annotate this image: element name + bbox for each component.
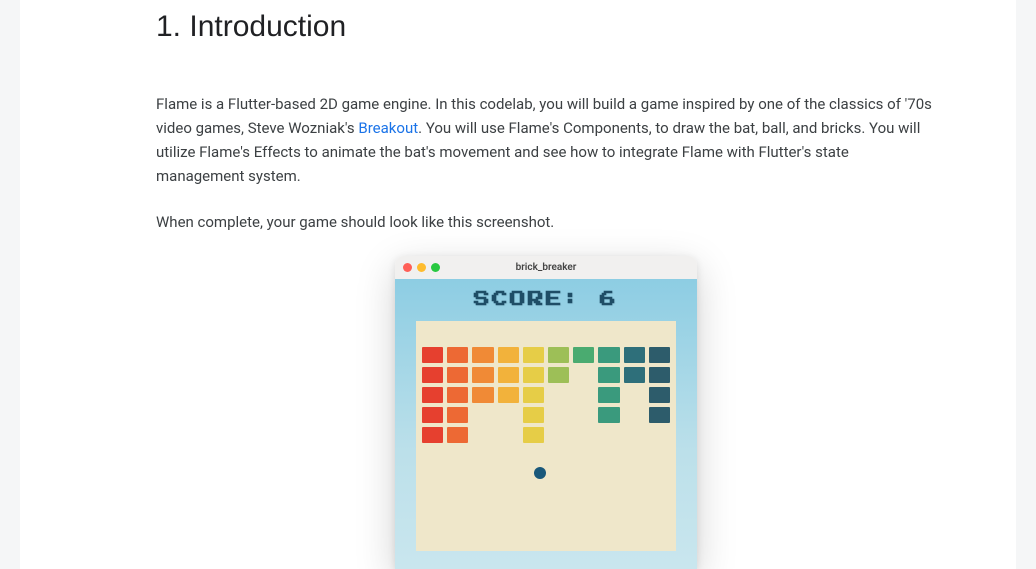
brick [523,427,544,443]
brick [598,387,619,403]
intro-paragraph-2: When complete, your game should look lik… [156,210,936,234]
close-icon [403,263,412,272]
brick [447,407,468,423]
score-display: SCORE: 6 [474,291,618,307]
brick [548,367,569,383]
game-ball [534,467,546,479]
brick [498,387,519,403]
brick [649,387,670,403]
brick [447,427,468,443]
window-titlebar: brick_breaker [395,256,697,279]
brick [498,347,519,363]
brick [447,367,468,383]
brick [447,347,468,363]
brick [649,367,670,383]
intro-paragraph-1: Flame is a Flutter-based 2D game engine.… [156,92,936,188]
brick [598,367,619,383]
brick [422,407,443,423]
brick [422,367,443,383]
brick [472,387,493,403]
brick [624,347,645,363]
brick [598,347,619,363]
score-value: 6 [600,291,618,307]
game-board [416,321,676,551]
brick [573,347,594,363]
fullscreen-icon [431,263,440,272]
app-window: brick_breaker SCORE: 6 [395,256,697,569]
brick [422,387,443,403]
brick [523,407,544,423]
brick [422,427,443,443]
page-title: 1. Introduction [156,10,936,44]
brick [422,347,443,363]
game-viewport: SCORE: 6 [395,279,697,569]
game-screenshot: brick_breaker SCORE: 6 [156,256,936,569]
brick [447,387,468,403]
brick [598,407,619,423]
brick [523,347,544,363]
brick [472,367,493,383]
window-title: brick_breaker [395,262,697,273]
brick [472,347,493,363]
brick [649,347,670,363]
brick [498,367,519,383]
brick [523,387,544,403]
brick [624,367,645,383]
brick [548,347,569,363]
brick-grid [422,347,670,443]
score-label: SCORE: [474,291,582,307]
minimize-icon [417,263,426,272]
brick [523,367,544,383]
brick [649,407,670,423]
breakout-link[interactable]: Breakout [358,119,418,137]
